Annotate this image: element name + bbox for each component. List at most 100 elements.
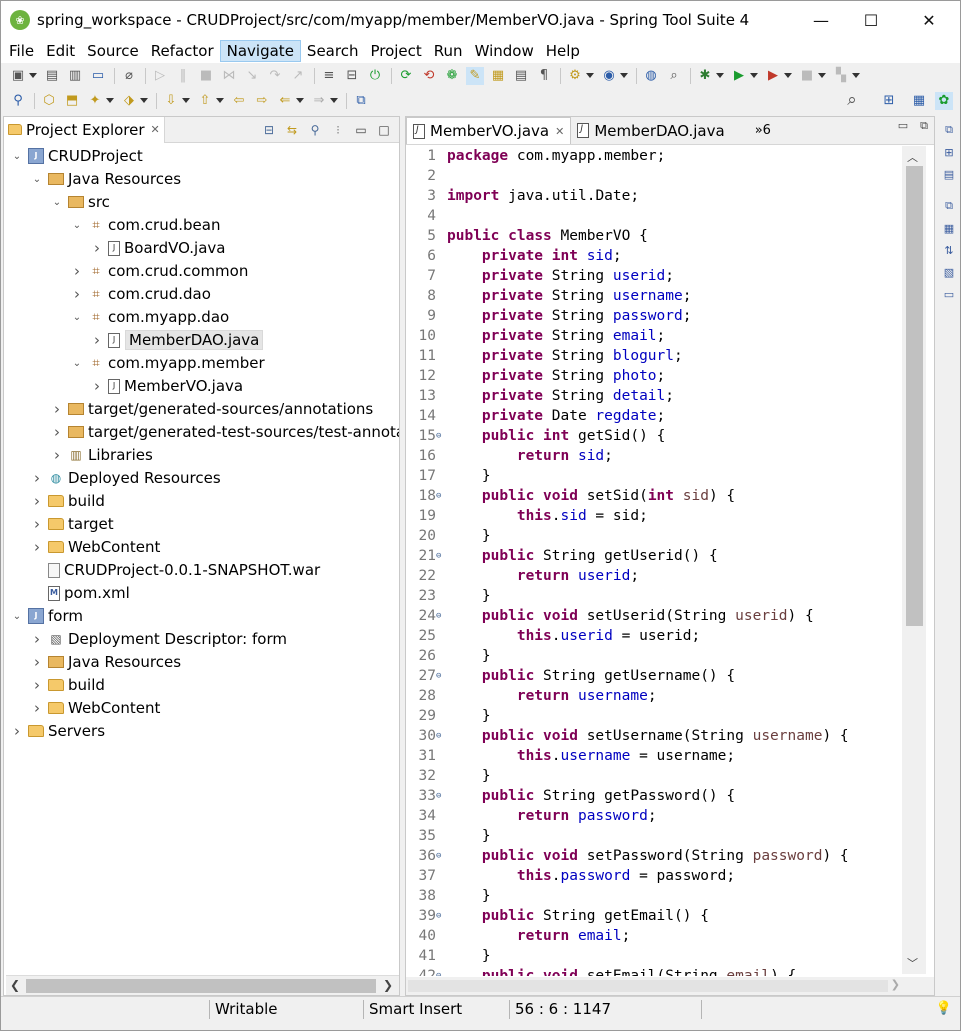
forward-icon[interactable]: ⇒ [310, 92, 328, 110]
tree-item[interactable]: ⌄ ⌗ com.crud.bean [70, 214, 221, 236]
explorer-horizontal-scrollbar[interactable]: ❮ ❯ [6, 975, 399, 995]
code-line[interactable]: private int sid; [447, 248, 622, 264]
collapsed-chevron-icon[interactable]: › [90, 377, 104, 395]
toggle-block-icon[interactable]: ▦ [489, 67, 507, 85]
deploy-icon[interactable]: ▚ [832, 67, 850, 85]
menu-run[interactable]: Run [428, 40, 469, 62]
expanded-chevron-icon[interactable]: ⌄ [70, 218, 84, 232]
view-menu-icon[interactable]: ⁝ [329, 121, 347, 139]
tree-item[interactable]: › ▧ Deployment Descriptor: form [30, 628, 287, 650]
code-line[interactable]: return password; [447, 808, 657, 824]
outline-icon[interactable]: ⊞ [941, 144, 957, 160]
tree-item[interactable]: › target [30, 513, 114, 535]
editor-tab-memberdao[interactable]: MemberDAO.java [571, 117, 730, 144]
expanded-chevron-icon[interactable]: ⌄ [30, 172, 44, 186]
back-dropdown-icon[interactable] [296, 98, 304, 103]
next-annotation-icon[interactable]: ⇩ [162, 92, 180, 110]
code-line[interactable]: } [447, 948, 491, 964]
fold-toggle-icon[interactable]: ⊖ [436, 611, 441, 621]
global-search-icon[interactable]: ⌕ [843, 92, 861, 110]
spring-perspective-icon[interactable]: ✿ [935, 91, 953, 110]
run-external-tools-icon[interactable]: ▶ [764, 67, 782, 85]
search-icon[interactable]: ⌕ [665, 67, 683, 85]
code-line[interactable]: public void setPassword(String password)… [447, 848, 849, 864]
search-file-icon[interactable]: ⬗ [120, 92, 138, 110]
tree-item[interactable]: ⌄ ⌗ com.myapp.dao [70, 306, 229, 328]
code-line[interactable]: this.username = username; [447, 748, 735, 764]
skip-breakpoints-icon[interactable]: ⌀ [120, 67, 138, 85]
tree-item[interactable]: › J BoardVO.java [90, 237, 225, 259]
fold-toggle-icon[interactable]: ⊖ [436, 791, 441, 801]
menu-project[interactable]: Project [364, 40, 427, 62]
java-ee-perspective-icon[interactable]: ▦ [910, 92, 928, 110]
code-line[interactable]: public String getEmail() { [447, 908, 709, 924]
expanded-chevron-icon[interactable]: ⌄ [70, 310, 84, 324]
resume-icon[interactable]: ▷ [151, 67, 169, 85]
collapsed-chevron-icon[interactable]: › [30, 515, 44, 533]
step-into-icon[interactable]: ↘ [243, 67, 261, 85]
servers-icon[interactable]: ▧ [941, 264, 957, 280]
new-dropdown-icon[interactable] [29, 73, 37, 78]
save-icon[interactable]: ▤ [43, 67, 61, 85]
collapsed-chevron-icon[interactable]: › [30, 676, 44, 694]
back-icon[interactable]: ⇐ [276, 92, 294, 110]
tree-item[interactable]: ⌄ src [50, 191, 110, 213]
tree-item[interactable]: › target/generated-test-sources/test-anno… [50, 421, 399, 443]
code-line[interactable]: public String getUsername() { [447, 668, 735, 684]
restore-icon[interactable]: ⧉ [941, 122, 957, 138]
terminate-icon[interactable]: ■ [197, 67, 215, 85]
fold-toggle-icon[interactable]: ⊖ [436, 731, 441, 741]
external-tools-dropdown-icon[interactable] [784, 73, 792, 78]
menu-file[interactable]: File [3, 40, 40, 62]
fold-toggle-icon[interactable]: ⊖ [436, 671, 441, 681]
fold-toggle-icon[interactable]: ⊖ [436, 911, 441, 921]
collapsed-chevron-icon[interactable]: › [30, 630, 44, 648]
collapsed-chevron-icon[interactable]: › [30, 469, 44, 487]
new-java-project-icon[interactable]: ⚙ [566, 67, 584, 85]
code-line[interactable]: this.sid = sid; [447, 508, 648, 524]
collapse-all-icon[interactable]: ⊟ [260, 121, 278, 139]
new-spring-starter-icon[interactable]: ⚲ [9, 92, 27, 110]
open-console-icon[interactable]: ⊟ [343, 67, 361, 85]
code-line[interactable]: this.password = password; [447, 868, 735, 884]
console-view-icon[interactable]: ▭ [941, 286, 957, 302]
status-insert-mode[interactable]: Smart Insert [363, 997, 462, 1022]
deploy-dropdown-icon[interactable] [852, 73, 860, 78]
tree-item[interactable]: › Servers [10, 720, 105, 742]
show-whitespace-icon[interactable]: ¶ [535, 67, 553, 85]
stop-dropdown-icon[interactable] [818, 73, 826, 78]
suspend-icon[interactable]: ‖ [174, 67, 192, 85]
expanded-chevron-icon[interactable]: ⌄ [50, 195, 64, 209]
tree-item[interactable]: › ⌗ com.crud.common [70, 260, 248, 282]
fold-toggle-icon[interactable]: ⊖ [436, 551, 441, 561]
expanded-chevron-icon[interactable]: ⌄ [10, 149, 24, 163]
code-line[interactable]: public void setSid(int sid) { [447, 488, 735, 504]
start-server-icon[interactable]: ⏻ [366, 67, 384, 85]
collapsed-chevron-icon[interactable]: › [70, 262, 84, 280]
menu-edit[interactable]: Edit [40, 40, 81, 62]
filter-icon[interactable]: ⚲ [306, 121, 324, 139]
code-line[interactable]: public class MemberVO { [447, 228, 648, 244]
link-with-editor-icon[interactable]: ⇆ [283, 121, 301, 139]
code-line[interactable]: public void setUserid(String userid) { [447, 608, 814, 624]
markers-icon[interactable]: ▦ [941, 220, 957, 236]
fold-toggle-icon[interactable]: ⊖ [436, 431, 441, 441]
code-line[interactable]: public int getSid() { [447, 428, 665, 444]
code-line[interactable]: private Date regdate; [447, 408, 665, 424]
open-browser-icon[interactable]: ◍ [642, 67, 660, 85]
open-task-icon[interactable]: ✦ [86, 92, 104, 110]
forward-dropdown-icon[interactable] [330, 98, 338, 103]
menu-source[interactable]: Source [81, 40, 145, 62]
tree-item[interactable]: › J MemberVO.java [90, 375, 243, 397]
minimize-editor-icon[interactable]: ▭ [898, 119, 908, 133]
collapsed-chevron-icon[interactable]: › [70, 285, 84, 303]
tree-item[interactable]: › target/generated-sources/annotations [50, 398, 373, 420]
code-line[interactable]: package com.myapp.member; [447, 148, 665, 164]
tree-item[interactable]: › WebContent [30, 536, 160, 558]
expanded-chevron-icon[interactable]: ⌄ [10, 609, 24, 623]
disconnect-icon[interactable]: ⋈ [220, 67, 238, 85]
code-line[interactable]: } [447, 528, 491, 544]
scroll-left-icon[interactable]: ❮ [10, 978, 20, 992]
tree-item[interactable]: › WebContent [30, 697, 160, 719]
new-java-project-dropdown-icon[interactable] [586, 73, 594, 78]
